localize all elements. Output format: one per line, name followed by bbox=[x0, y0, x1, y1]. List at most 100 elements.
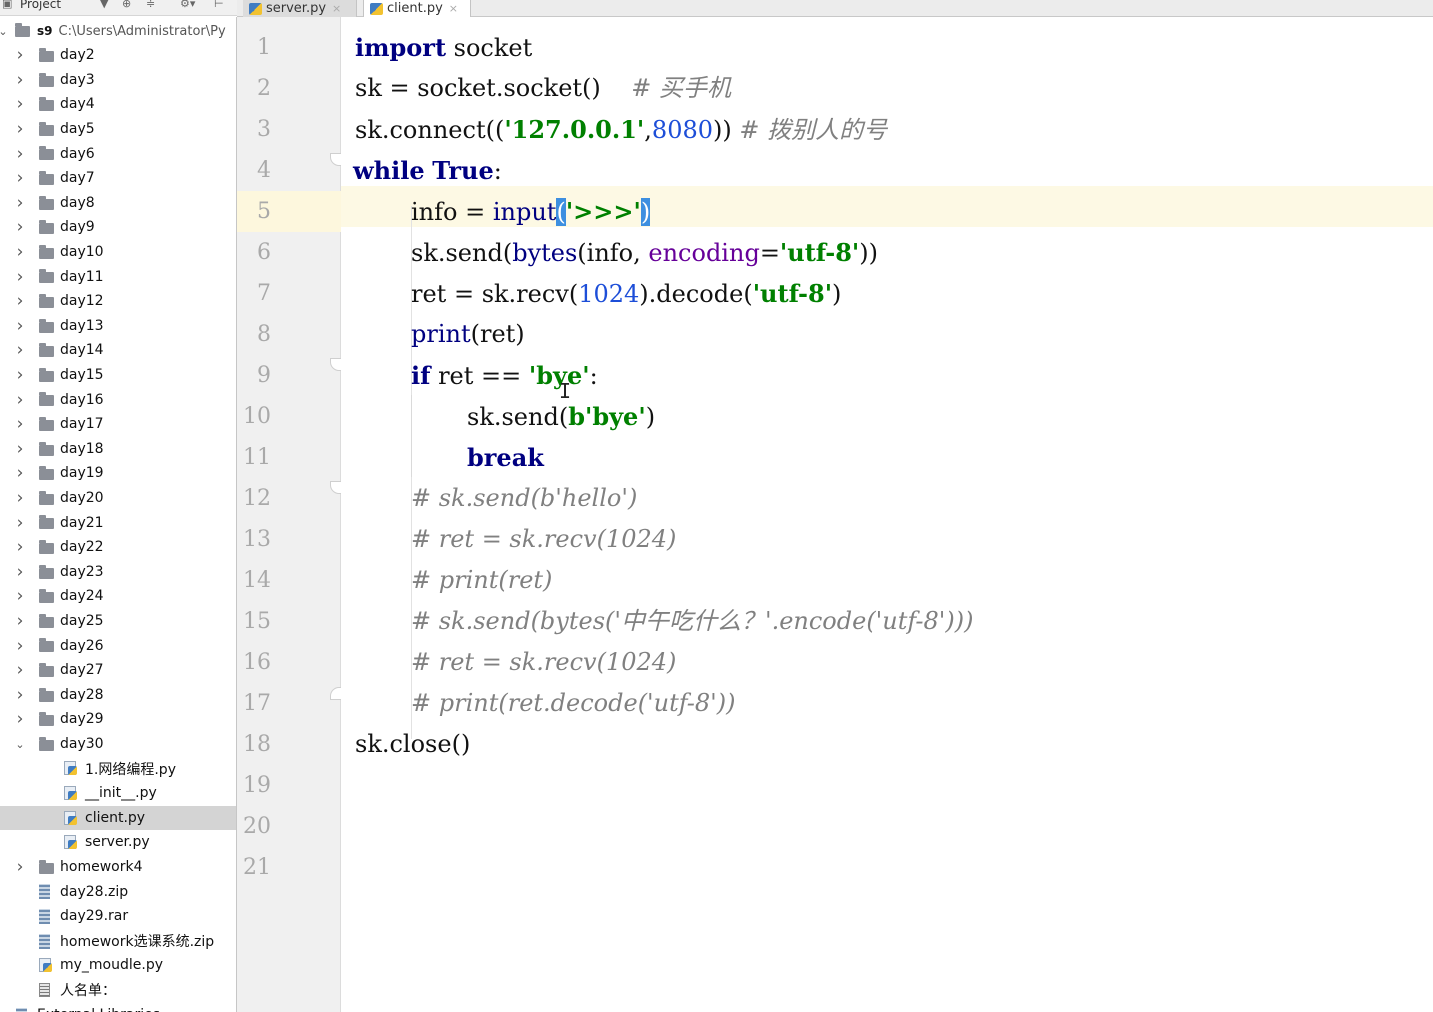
chevron-right-icon[interactable]: › bbox=[14, 267, 26, 287]
tree-folder-day12[interactable]: › day12 bbox=[0, 289, 236, 314]
tree-folder-day20[interactable]: › day20 bbox=[0, 486, 236, 511]
chevron-right-icon[interactable]: › bbox=[14, 168, 26, 188]
chevron-right-icon[interactable]: › bbox=[14, 291, 26, 311]
close-icon[interactable]: × bbox=[332, 2, 341, 15]
tree-folder-day18[interactable]: › day18 bbox=[0, 437, 236, 462]
target-icon[interactable]: ⊕ bbox=[122, 0, 131, 10]
chevron-right-icon[interactable]: › bbox=[14, 660, 26, 680]
tree-folder-day10[interactable]: › day10 bbox=[0, 240, 236, 265]
chevron-down-icon[interactable]: ⌄ bbox=[0, 25, 9, 38]
chevron-right-icon[interactable]: › bbox=[14, 709, 26, 729]
close-icon[interactable]: × bbox=[449, 2, 458, 15]
tree-folder-day22[interactable]: › day22 bbox=[0, 535, 236, 560]
chevron-right-icon[interactable]: › bbox=[14, 636, 26, 656]
chevron-right-icon[interactable]: › bbox=[14, 193, 26, 213]
tree-folder-day11[interactable]: › day11 bbox=[0, 264, 236, 289]
tree-folder-day2[interactable]: › day2 bbox=[0, 43, 236, 68]
chevron-right-icon[interactable]: › bbox=[14, 340, 26, 360]
tree-folder-day7[interactable]: › day7 bbox=[0, 166, 236, 191]
code-editor[interactable]: import socket sk = socket.socket() # 买手机… bbox=[341, 17, 1433, 1012]
chevron-right-icon[interactable]: › bbox=[14, 611, 26, 631]
code-line-15[interactable]: # sk.send(bytes('中午吃什么？'.encode('utf-8')… bbox=[411, 601, 973, 642]
tree-file-item[interactable]: 人名单： bbox=[0, 978, 236, 1003]
code-line-7[interactable]: ret = sk.recv(1024).decode('utf-8') bbox=[411, 273, 841, 314]
code-line-2[interactable]: sk = socket.socket() # 买手机 bbox=[355, 68, 731, 109]
chevron-right-icon[interactable]: › bbox=[14, 316, 26, 336]
code-line-1[interactable]: import socket bbox=[355, 27, 532, 68]
tree-folder-day24[interactable]: › day24 bbox=[0, 584, 236, 609]
tree-folder-day14[interactable]: › day14 bbox=[0, 338, 236, 363]
chevron-right-icon[interactable]: › bbox=[14, 70, 26, 90]
tree-folder-day6[interactable]: › day6 bbox=[0, 141, 236, 166]
tree-folder-day25[interactable]: › day25 bbox=[0, 609, 236, 634]
tree-folder-day8[interactable]: › day8 bbox=[0, 191, 236, 216]
tree-folder-day30[interactable]: ⌄ day30 bbox=[0, 732, 236, 757]
code-line-14[interactable]: # print(ret) bbox=[411, 560, 552, 601]
tab-client-py[interactable]: client.py × bbox=[363, 0, 471, 17]
dropdown-arrow-icon[interactable]: ▼ bbox=[100, 0, 108, 10]
chevron-right-icon[interactable]: › bbox=[14, 537, 26, 557]
chevron-down-icon[interactable]: ⌄ bbox=[14, 738, 26, 751]
tree-folder-day26[interactable]: › day26 bbox=[0, 633, 236, 658]
tree-folder-day27[interactable]: › day27 bbox=[0, 658, 236, 683]
code-line-3[interactable]: sk.connect(('127.0.0.1',8080)) # 拨别人的号 bbox=[355, 109, 887, 150]
code-line-17[interactable]: # print(ret.decode('utf-8')) bbox=[411, 683, 735, 724]
project-view-icon[interactable]: ▣ bbox=[2, 0, 12, 10]
tree-file-item[interactable]: __init__.py bbox=[0, 781, 236, 806]
tree-folder-day13[interactable]: › day13 bbox=[0, 314, 236, 339]
chevron-right-icon[interactable]: › bbox=[14, 390, 26, 410]
tree-folder-day17[interactable]: › day17 bbox=[0, 412, 236, 437]
chevron-right-icon[interactable]: › bbox=[14, 45, 26, 65]
chevron-right-icon[interactable]: › bbox=[14, 119, 26, 139]
tree-folder-day5[interactable]: › day5 bbox=[0, 117, 236, 142]
settings-icon[interactable]: ⚙▾ bbox=[180, 0, 195, 10]
hide-icon[interactable]: ⊢ bbox=[214, 0, 224, 10]
chevron-right-icon[interactable]: › bbox=[14, 144, 26, 164]
tree-file-item[interactable]: day29.rar bbox=[0, 904, 236, 929]
tree-root-s9[interactable]: ⌄ s9 C:\Users\Administrator\Py bbox=[0, 19, 236, 43]
code-line-8[interactable]: print(ret) bbox=[411, 314, 525, 355]
code-line-6[interactable]: sk.send(bytes(info, encoding='utf-8')) bbox=[411, 232, 878, 273]
collapse-icon[interactable]: ≑ bbox=[146, 0, 155, 10]
chevron-right-icon[interactable]: › bbox=[14, 365, 26, 385]
tree-folder-day4[interactable]: › day4 bbox=[0, 92, 236, 117]
chevron-right-icon[interactable]: › bbox=[14, 562, 26, 582]
tab-server-py[interactable]: server.py × bbox=[243, 0, 357, 17]
tree-file-item[interactable]: homework选课系统.zip bbox=[0, 929, 236, 954]
tree-folder-item[interactable]: › homework4 bbox=[0, 855, 236, 880]
tree-folder-day28[interactable]: › day28 bbox=[0, 683, 236, 708]
tree-external-libraries[interactable]: External Libraries bbox=[0, 1002, 236, 1012]
tree-folder-day21[interactable]: › day21 bbox=[0, 510, 236, 535]
tree-file-item[interactable]: 1.网络编程.py bbox=[0, 756, 236, 781]
code-line-13[interactable]: # ret = sk.recv(1024) bbox=[411, 519, 676, 560]
tree-file-item[interactable]: day28.zip bbox=[0, 879, 236, 904]
code-line-18[interactable]: sk.close() bbox=[355, 724, 470, 765]
chevron-right-icon[interactable]: › bbox=[14, 463, 26, 483]
code-line-5[interactable]: info = input('>>>') bbox=[411, 191, 651, 232]
chevron-right-icon[interactable]: › bbox=[14, 488, 26, 508]
tree-folder-day29[interactable]: › day29 bbox=[0, 707, 236, 732]
chevron-right-icon[interactable]: › bbox=[14, 857, 26, 877]
chevron-right-icon[interactable]: › bbox=[14, 439, 26, 459]
code-line-16[interactable]: # ret = sk.recv(1024) bbox=[411, 642, 676, 683]
tree-folder-day19[interactable]: › day19 bbox=[0, 461, 236, 486]
chevron-right-icon[interactable]: › bbox=[14, 217, 26, 237]
chevron-right-icon[interactable]: › bbox=[14, 94, 26, 114]
project-title[interactable]: Project bbox=[20, 0, 61, 11]
chevron-right-icon[interactable]: › bbox=[14, 586, 26, 606]
tree-folder-day15[interactable]: › day15 bbox=[0, 363, 236, 388]
tree-file-item[interactable]: server.py bbox=[0, 830, 236, 855]
chevron-right-icon[interactable]: › bbox=[14, 414, 26, 434]
tree-folder-day3[interactable]: › day3 bbox=[0, 68, 236, 93]
tree-folder-day16[interactable]: › day16 bbox=[0, 387, 236, 412]
tree-folder-day9[interactable]: › day9 bbox=[0, 215, 236, 240]
tree-folder-day23[interactable]: › day23 bbox=[0, 560, 236, 585]
tree-file-item[interactable]: my_moudle.py bbox=[0, 953, 236, 978]
chevron-right-icon[interactable]: › bbox=[14, 513, 26, 533]
code-line-4[interactable]: while True: bbox=[353, 150, 502, 191]
chevron-right-icon[interactable]: › bbox=[14, 685, 26, 705]
tree-file-item[interactable]: client.py bbox=[0, 805, 236, 831]
chevron-right-icon[interactable]: › bbox=[14, 242, 26, 262]
code-line-11[interactable]: break bbox=[467, 437, 544, 478]
code-line-12[interactable]: # sk.send(b'hello') bbox=[411, 478, 637, 519]
